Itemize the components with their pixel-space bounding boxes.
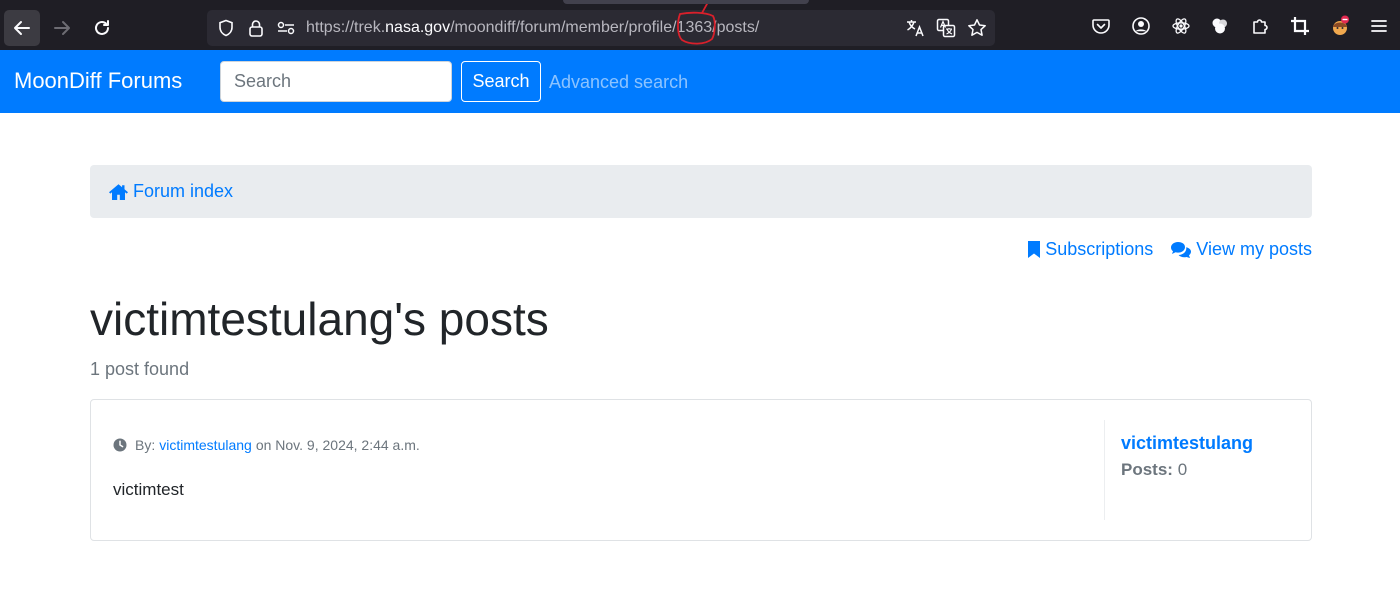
bookmark-icon	[1028, 241, 1041, 258]
post-meta: By: victimtestulang on Nov. 9, 2024, 2:4…	[113, 437, 420, 453]
breadcrumb: Forum index	[90, 165, 1312, 218]
author-post-count: Posts: 0	[1121, 460, 1187, 480]
post-date: on Nov. 9, 2024, 2:44 a.m.	[255, 437, 420, 453]
clock-icon	[113, 438, 127, 452]
post-author-link[interactable]: victimtestulang	[159, 437, 252, 453]
crop-icon[interactable]	[1288, 14, 1312, 38]
subscriptions-label: Subscriptions	[1045, 239, 1154, 259]
react-devtools-icon[interactable]	[1169, 14, 1193, 38]
advanced-search-link[interactable]: Advanced search	[549, 72, 688, 93]
user-links: Subscriptions View my posts	[1027, 239, 1312, 260]
permissions-icon[interactable]	[276, 18, 296, 38]
extensions-puzzle-icon[interactable]	[1248, 14, 1272, 38]
bookmark-star-icon[interactable]	[967, 18, 987, 38]
site-brand[interactable]: MoonDiff Forums	[14, 68, 182, 94]
avatar-extension-icon[interactable]	[1328, 14, 1352, 38]
page-translate-icon[interactable]	[936, 18, 956, 38]
post-by-label: By:	[135, 437, 156, 453]
lock-icon[interactable]	[246, 18, 266, 38]
translate-icon[interactable]	[905, 18, 925, 38]
author-posts-label: Posts:	[1121, 460, 1173, 479]
url-host: nasa.gov	[385, 19, 451, 36]
view-my-posts-label: View my posts	[1196, 239, 1312, 259]
reload-icon	[95, 20, 109, 35]
pocket-icon[interactable]	[1089, 14, 1113, 38]
author-posts-value: 0	[1177, 460, 1188, 479]
forward-button[interactable]	[44, 10, 80, 46]
home-icon	[109, 183, 128, 200]
view-my-posts-link[interactable]: View my posts	[1170, 239, 1312, 260]
page-title: victimtestulang's posts	[90, 293, 549, 345]
post-body: victimtest	[113, 480, 184, 499]
post-card: By: victimtestulang on Nov. 9, 2024, 2:4…	[90, 399, 1312, 541]
back-button[interactable]	[4, 10, 40, 46]
browser-toolbar: https://trek.nasa.gov/moondiff/forum/mem…	[0, 0, 1400, 50]
extension-icon[interactable]	[1208, 14, 1232, 38]
address-bar[interactable]: https://trek.nasa.gov/moondiff/forum/mem…	[207, 10, 995, 46]
search-input[interactable]	[220, 61, 452, 102]
subscriptions-link[interactable]: Subscriptions	[1027, 239, 1153, 260]
site-navbar: MoonDiff Forums Search Advanced search	[0, 50, 1400, 113]
post-count: 1 post found	[90, 359, 190, 379]
account-icon[interactable]	[1129, 14, 1153, 38]
forward-arrow-icon	[54, 21, 70, 35]
url-scheme: https://trek.	[306, 19, 386, 36]
post-divider	[1104, 420, 1105, 520]
menu-icon[interactable]	[1367, 14, 1391, 38]
breadcrumb-forum-index[interactable]: Forum index	[108, 181, 233, 202]
comments-icon	[1171, 241, 1192, 258]
tab-tooltip-edge	[563, 0, 809, 4]
url-path: /moondiff/forum/member/profile/1363/post…	[450, 19, 760, 36]
author-name-link[interactable]: victimtestulang	[1121, 433, 1253, 454]
url-text[interactable]: https://trek.nasa.gov/moondiff/forum/mem…	[306, 18, 759, 38]
breadcrumb-label: Forum index	[133, 181, 234, 201]
search-button[interactable]: Search	[461, 61, 541, 102]
reload-button[interactable]	[84, 10, 120, 46]
shield-icon[interactable]	[216, 18, 236, 38]
back-arrow-icon	[14, 21, 30, 35]
